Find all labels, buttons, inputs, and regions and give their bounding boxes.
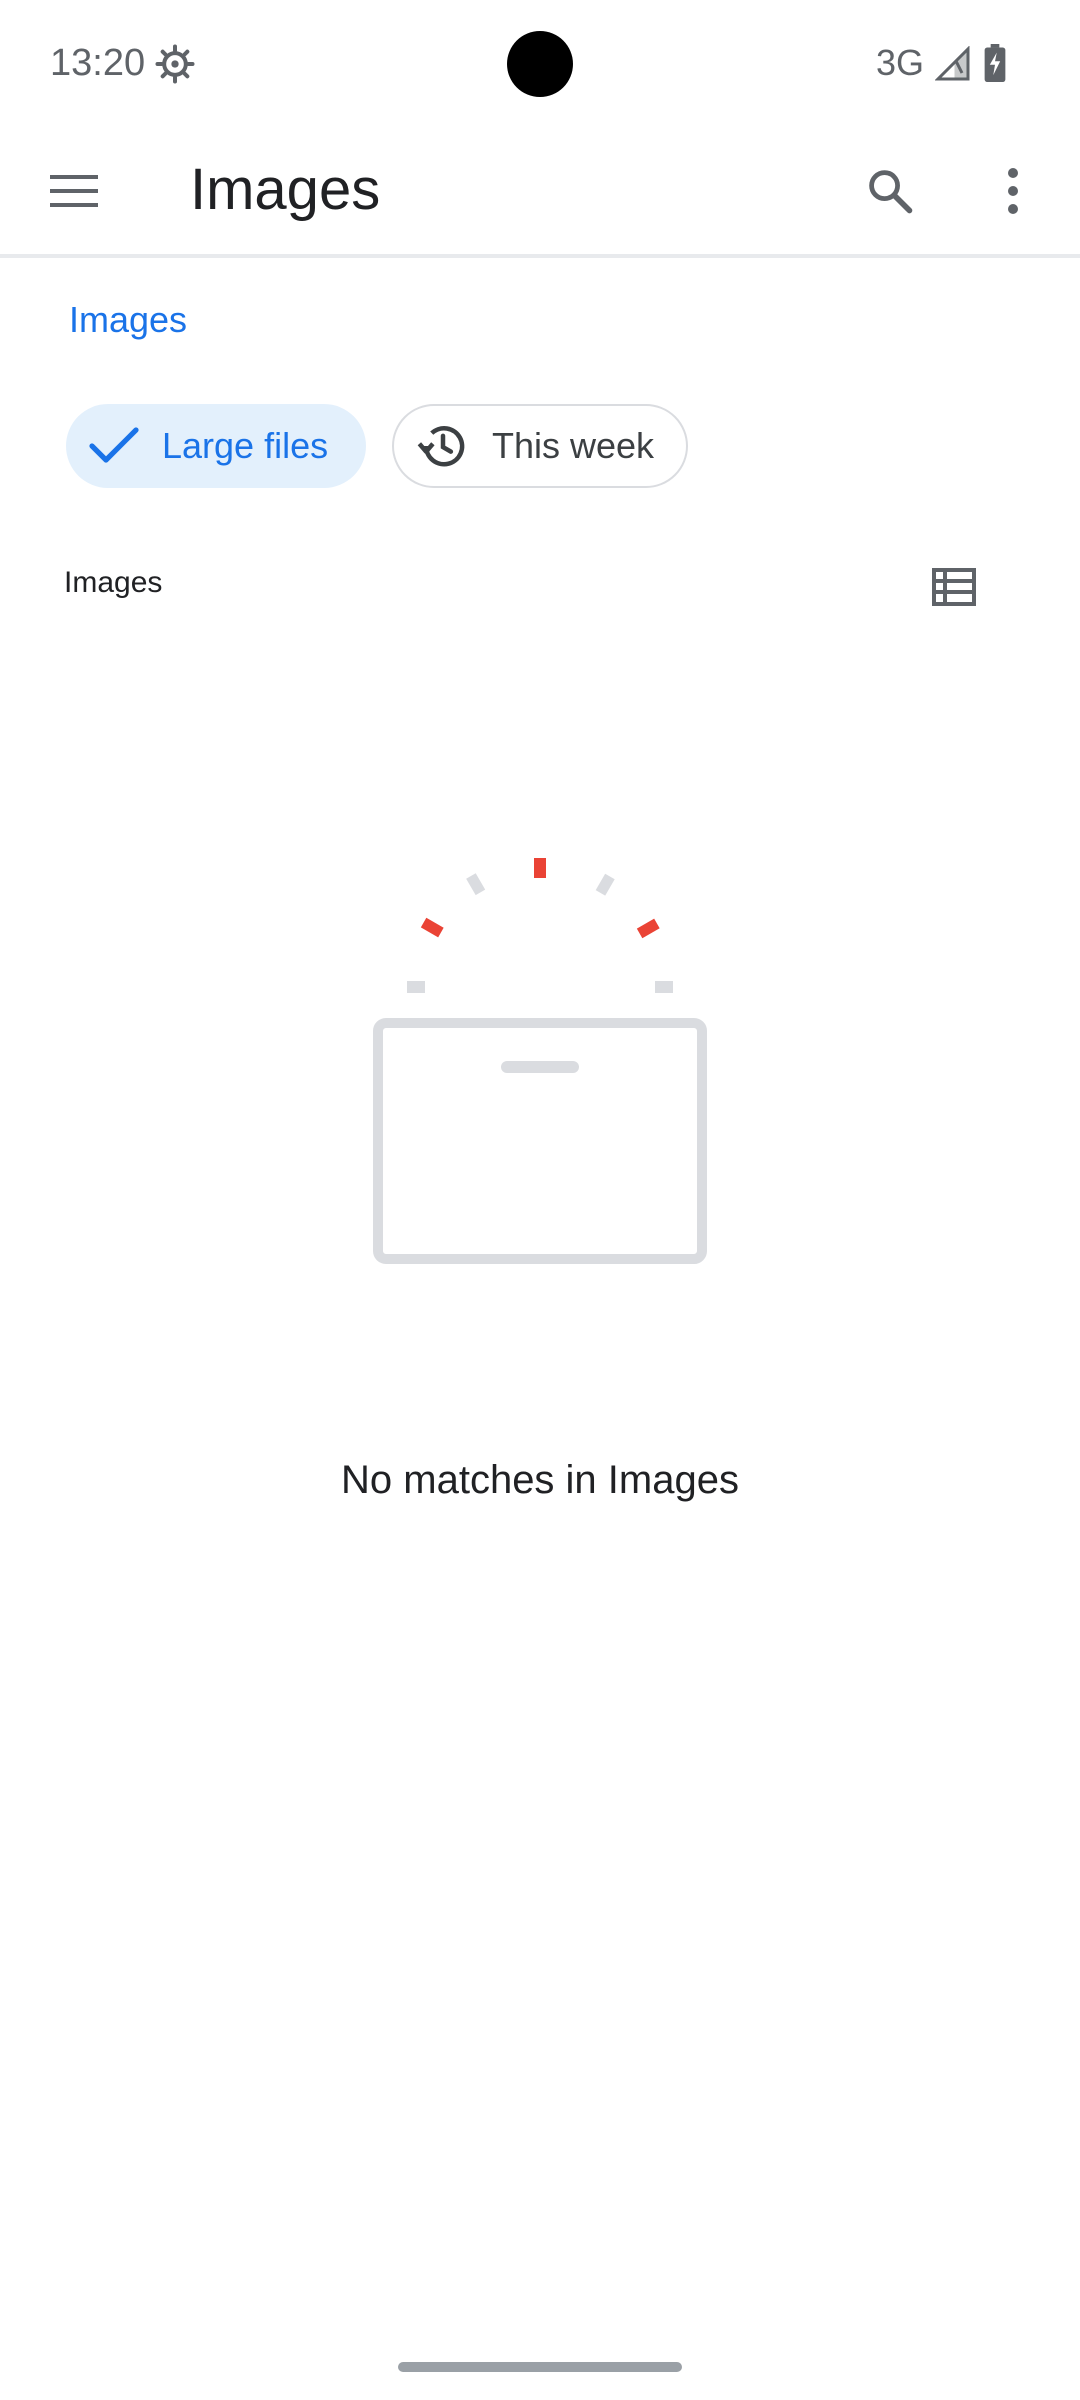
menu-icon — [50, 175, 98, 207]
empty-box-icon — [373, 858, 707, 1264]
chip-large-files-label: Large files — [162, 425, 329, 466]
battery-charging-icon — [984, 44, 1006, 82]
list-view-icon — [932, 568, 976, 606]
search-button[interactable] — [845, 146, 935, 236]
chip-this-week-label: This week — [492, 425, 655, 466]
status-time: 13:20 — [50, 42, 146, 84]
history-icon — [417, 426, 465, 467]
tab-images[interactable]: Images — [30, 258, 226, 382]
check-icon — [89, 427, 139, 463]
tab-images-label: Images — [68, 299, 188, 340]
app-bar: Images — [0, 128, 1080, 258]
settings-gear-icon — [155, 44, 195, 84]
more-vert-icon — [1008, 168, 1018, 214]
filter-chips: Large files This week — [0, 384, 1080, 508]
list-header: Images — [0, 510, 1080, 666]
screen: 13:20 3G Images Images Large files This … — [0, 0, 1080, 2400]
section-label: Images — [64, 566, 163, 599]
network-type: 3G — [876, 42, 925, 83]
search-icon — [869, 170, 913, 214]
tab-bar: Images — [0, 258, 1080, 382]
page-title: Images — [190, 157, 381, 222]
status-bar: 13:20 3G — [0, 0, 1080, 128]
empty-state-message: No matches in Images — [341, 1458, 739, 1502]
menu-button[interactable] — [30, 146, 120, 236]
view-toggle-button[interactable] — [890, 524, 1018, 650]
chip-this-week[interactable]: This week — [392, 404, 688, 488]
gesture-navigation-bar[interactable] — [398, 2362, 682, 2372]
signal-icon — [935, 46, 970, 81]
more-options-button[interactable] — [968, 146, 1058, 236]
chip-large-files[interactable]: Large files — [66, 404, 366, 488]
front-camera — [507, 31, 573, 97]
